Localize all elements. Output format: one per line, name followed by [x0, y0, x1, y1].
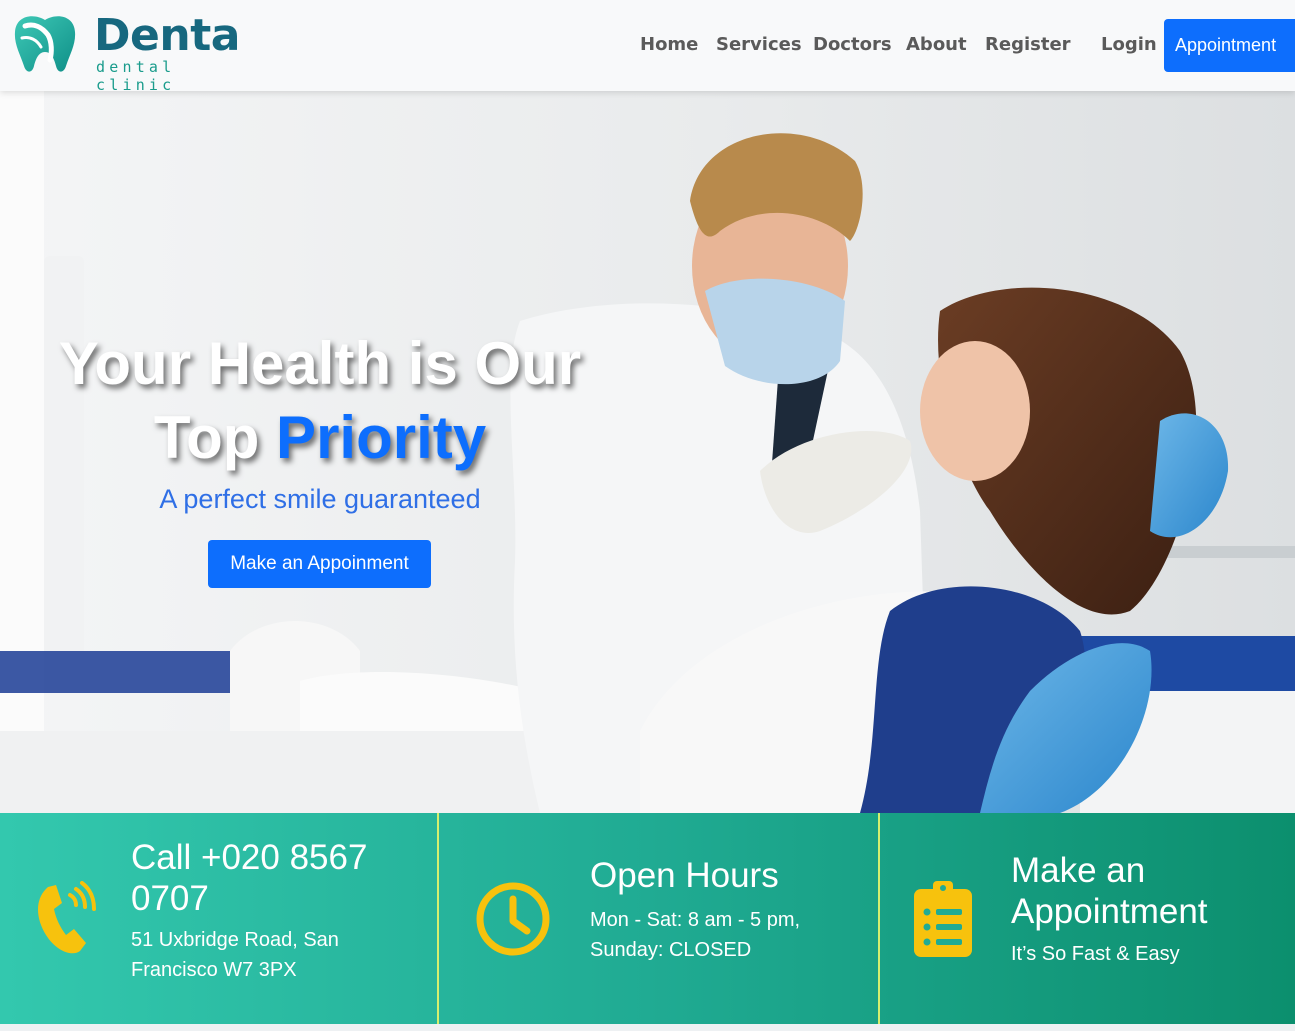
nav-services[interactable]: Services — [716, 33, 802, 57]
call-address: 51 Uxbridge Road, San Francisco W7 3PX — [131, 929, 339, 981]
hero-subtitle: A perfect smile guaranteed — [159, 484, 481, 514]
brand-tagline: dental clinic — [96, 58, 176, 94]
brand-name: Denta — [94, 10, 240, 61]
nav-about[interactable]: About — [906, 33, 967, 57]
hero-title: Your Health is Our Top Priority — [40, 327, 600, 475]
hero-title-line2: Top — [153, 404, 260, 471]
clipboard-list-icon — [914, 881, 972, 957]
hero-section: Your Health is Our Top Priority A perfec… — [0, 91, 1295, 813]
appointment-button[interactable]: Appointment — [1164, 19, 1295, 72]
hero-title-accent: Priority — [276, 404, 487, 471]
hours-title: Open Hours — [590, 856, 779, 895]
nav-register[interactable]: Register — [985, 33, 1071, 57]
site-header: Denta dental clinic Home Services Doctor… — [0, 0, 1295, 94]
appointment-title[interactable]: Make an Appointment — [1011, 850, 1281, 932]
call-title: Call +020 8567 0707 — [131, 838, 368, 918]
info-appointment: Make an Appointment It’s So Fast & Easy — [878, 813, 1295, 1024]
hours-text: Mon - Sat: 8 am - 5 pm, Sunday: CLOSED — [590, 909, 801, 961]
hero-title-line1: Your Health is Our — [58, 330, 582, 397]
clock-icon — [476, 882, 550, 956]
info-strip: Call +020 8567 0707 51 Uxbridge Road, Sa… — [0, 813, 1295, 1024]
page-bottom-edge — [0, 1024, 1295, 1031]
info-hours: Open Hours Mon - Sat: 8 am - 5 pm, Sunda… — [437, 813, 878, 1024]
nav-login[interactable]: Login — [1101, 33, 1157, 57]
info-call: Call +020 8567 0707 51 Uxbridge Road, Sa… — [0, 813, 437, 1024]
tooth-logo-icon — [14, 16, 76, 72]
nav-home[interactable]: Home — [640, 33, 698, 57]
nav-doctors[interactable]: Doctors — [813, 33, 892, 57]
phone-icon — [38, 881, 96, 954]
make-appointment-button[interactable]: Make an Appoinment — [208, 540, 431, 588]
appointment-text: It’s So Fast & Easy — [1011, 943, 1180, 965]
brand-logo[interactable]: Denta dental clinic — [12, 10, 242, 94]
